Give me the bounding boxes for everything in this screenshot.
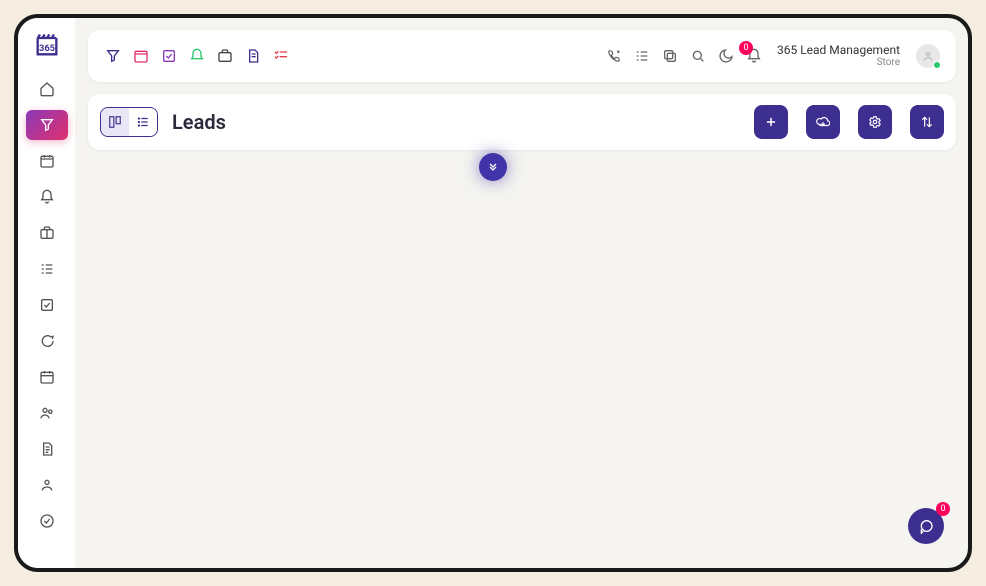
sidebar-goals[interactable] (26, 506, 68, 536)
page-header-card: Leads (88, 94, 956, 150)
view-list-button[interactable] (129, 108, 157, 136)
sidebar-calendar[interactable] (26, 146, 68, 176)
document-icon[interactable] (244, 47, 262, 65)
view-kanban-button[interactable] (101, 108, 129, 136)
search-icon[interactable] (689, 47, 707, 65)
user-avatar[interactable] (916, 44, 940, 68)
org-name: 365 Lead Management (777, 44, 900, 57)
sidebar-notifications[interactable] (26, 182, 68, 212)
bell-icon[interactable] (188, 47, 206, 65)
topbar-utility-icons: 0 365 Lead Management Store (605, 44, 940, 68)
svg-text:365: 365 (38, 43, 54, 54)
briefcase-icon[interactable] (216, 47, 234, 65)
export-button[interactable] (806, 105, 840, 139)
org-label: 365 Lead Management Store (777, 44, 900, 68)
presence-indicator (933, 61, 941, 69)
sidebar-profile[interactable] (26, 470, 68, 500)
org-subtitle: Store (877, 57, 900, 68)
brand-logo: 365 (32, 30, 62, 60)
notification-bell[interactable]: 0 (745, 47, 763, 65)
sidebar-tasks[interactable] (26, 254, 68, 284)
checklist-icon[interactable] (272, 47, 290, 65)
check-icon[interactable] (160, 47, 178, 65)
topbar-module-icons (104, 47, 290, 65)
sidebar-team[interactable] (26, 398, 68, 428)
page-title: Leads (172, 110, 226, 134)
sidebar-schedule[interactable] (26, 362, 68, 392)
sidebar: 365 (18, 18, 76, 568)
theme-toggle-icon[interactable] (717, 47, 735, 65)
sort-button[interactable] (910, 105, 944, 139)
calendar-icon[interactable] (132, 47, 150, 65)
sidebar-chat[interactable] (26, 326, 68, 356)
sidebar-documents[interactable] (26, 434, 68, 464)
list-toggle-icon[interactable] (633, 47, 651, 65)
add-lead-button[interactable] (754, 105, 788, 139)
chat-fab[interactable]: 0 (908, 508, 944, 544)
sidebar-approvals[interactable] (26, 290, 68, 320)
expand-panel-button[interactable] (479, 153, 507, 181)
copy-icon[interactable] (661, 47, 679, 65)
filter-icon[interactable] (104, 47, 122, 65)
settings-button[interactable] (858, 105, 892, 139)
notification-count-badge: 0 (739, 41, 753, 55)
chat-count-badge: 0 (936, 502, 950, 516)
view-toggle (100, 107, 158, 137)
call-icon[interactable] (605, 47, 623, 65)
sidebar-leads[interactable] (26, 110, 68, 140)
topbar: 0 365 Lead Management Store (88, 30, 956, 82)
sidebar-home[interactable] (26, 74, 68, 104)
sidebar-briefcase[interactable] (26, 218, 68, 248)
